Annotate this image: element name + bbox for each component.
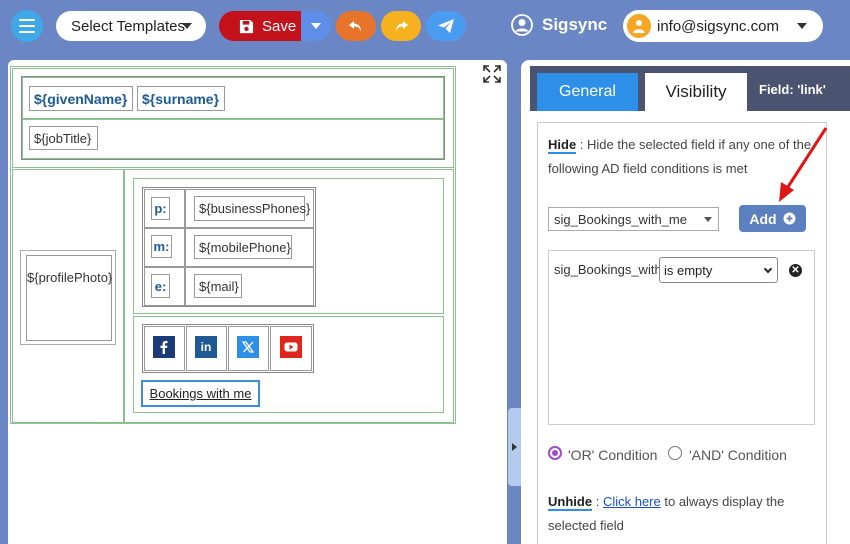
bookings-link[interactable]: Bookings with me xyxy=(141,380,260,407)
profile-photo[interactable]: ${profilePhoto} xyxy=(20,250,116,345)
unhide-label: Unhide xyxy=(548,494,593,511)
undo-button[interactable] xyxy=(336,11,376,41)
chevron-down-icon xyxy=(182,23,192,29)
menu-button[interactable] xyxy=(11,10,43,42)
save-dropdown-button[interactable] xyxy=(301,11,331,41)
add-label: Add xyxy=(749,210,777,227)
undo-icon xyxy=(349,21,361,32)
send-button[interactable] xyxy=(426,11,466,41)
or-condition-label: 'OR' Condition xyxy=(568,447,658,463)
brand: Sigsync xyxy=(511,14,607,36)
template-select[interactable]: Select Templates xyxy=(56,11,206,41)
chevron-down-icon xyxy=(704,217,712,222)
phone-label[interactable]: p: xyxy=(151,197,170,220)
add-condition-button[interactable]: Add xyxy=(739,205,806,232)
avatar-icon xyxy=(627,14,651,38)
x-icon[interactable] xyxy=(237,336,259,358)
or-condition-radio[interactable] xyxy=(548,446,562,460)
email-label[interactable]: e: xyxy=(151,274,170,298)
save-label: Save xyxy=(262,17,297,35)
business-phone-field[interactable]: ${businessPhones} xyxy=(194,196,310,221)
user-email: info@sigsync.com xyxy=(657,17,779,35)
redo-icon xyxy=(396,21,408,32)
send-icon xyxy=(438,19,454,33)
chevron-down-icon xyxy=(311,23,321,29)
chevron-down-icon xyxy=(763,264,773,274)
tab-general[interactable]: General xyxy=(537,73,638,111)
user-account-select[interactable]: info@sigsync.com xyxy=(623,10,823,42)
unhide-description: Unhide : Click here to always display th… xyxy=(548,494,785,533)
mail-field[interactable]: ${mail} xyxy=(194,274,242,298)
panel-collapse-handle[interactable] xyxy=(508,408,521,486)
mobile-phone-field[interactable]: ${mobilePhone} xyxy=(194,235,292,259)
mobile-label[interactable]: m: xyxy=(151,235,172,258)
condition-operator-value: is empty xyxy=(664,262,713,278)
surname-field[interactable]: ${surname} xyxy=(137,86,225,111)
condition-field-name: sig_Bookings_with xyxy=(554,262,662,277)
job-title-field[interactable]: ${jobTitle} xyxy=(29,126,98,150)
hide-label: Hide xyxy=(548,137,577,154)
ad-field-value: sig_Bookings_with_me xyxy=(554,211,687,227)
youtube-icon[interactable] xyxy=(280,336,302,358)
user-circle-icon xyxy=(511,14,533,36)
condition-operator-select[interactable]: is empty xyxy=(659,257,778,283)
linkedin-icon[interactable]: in xyxy=(195,336,217,358)
close-icon[interactable]: ✕ xyxy=(789,264,802,277)
brand-name: Sigsync xyxy=(542,15,608,34)
selected-field-label: Field: 'link' xyxy=(759,82,826,97)
caret-right-icon xyxy=(512,443,517,451)
redo-button[interactable] xyxy=(381,11,421,41)
ad-field-select[interactable]: sig_Bookings_with_me xyxy=(548,207,719,231)
tab-visibility[interactable]: Visibility xyxy=(645,73,747,111)
and-condition-radio[interactable] xyxy=(668,446,682,460)
hamburger-icon xyxy=(19,19,35,21)
expand-icon[interactable] xyxy=(482,64,502,84)
profile-photo-placeholder: ${profilePhoto} xyxy=(26,255,112,341)
facebook-icon[interactable] xyxy=(153,336,175,358)
template-select-label: Select Templates xyxy=(71,17,185,35)
unhide-link[interactable]: Click here xyxy=(603,494,661,509)
and-condition-label: 'AND' Condition xyxy=(689,447,787,463)
save-button[interactable]: Save xyxy=(219,11,301,41)
plus-circle-icon xyxy=(783,212,796,225)
pointer-arrow-icon xyxy=(779,127,828,202)
chevron-down-icon xyxy=(797,23,807,29)
given-name-field[interactable]: ${givenName} xyxy=(29,86,133,111)
save-icon xyxy=(239,19,254,33)
